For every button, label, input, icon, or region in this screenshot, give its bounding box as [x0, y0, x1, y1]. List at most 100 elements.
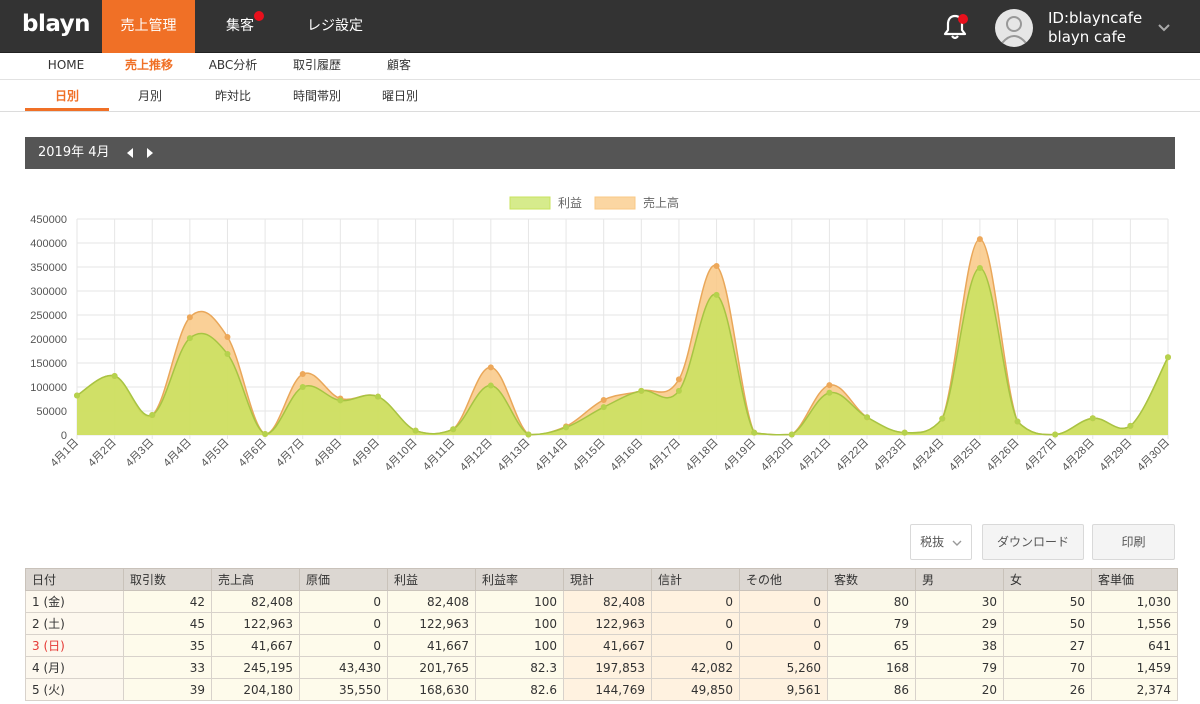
data-point-profit[interactable]	[1014, 418, 1021, 425]
x-tick-label: 4月12日	[458, 437, 495, 474]
data-point-profit[interactable]	[1089, 415, 1096, 422]
nav-marketing[interactable]: 集客	[205, 0, 275, 53]
data-point-profit[interactable]	[901, 429, 908, 436]
column-header[interactable]: 客単価	[1091, 568, 1178, 591]
y-tick-label: 250000	[30, 310, 67, 322]
table-row: 4 (月) 33 245,195 43,430 201,765 82.3 197,853 42…	[25, 656, 1178, 679]
table-cell: 0	[739, 634, 828, 657]
bell-icon[interactable]	[940, 12, 970, 42]
tab-abc-analysis[interactable]: ABC分析	[200, 53, 266, 78]
brand-logo[interactable]: blayn	[22, 11, 91, 37]
column-header[interactable]: 原価	[299, 568, 388, 591]
table-cell: 38	[915, 634, 1004, 657]
data-point-sales[interactable]	[224, 333, 231, 340]
column-header[interactable]: 客数	[827, 568, 916, 591]
data-point-profit[interactable]	[111, 372, 118, 379]
chart-legend: 利益 売上高	[509, 195, 679, 210]
table-cell: 82.3	[475, 656, 564, 679]
data-point-profit[interactable]	[563, 424, 570, 431]
data-point-profit[interactable]	[487, 382, 494, 389]
x-tick-label: 4月10日	[383, 437, 420, 474]
column-header[interactable]: 利益率	[475, 568, 564, 591]
column-header[interactable]: 日付	[25, 568, 124, 591]
data-point-profit[interactable]	[412, 427, 419, 434]
column-header[interactable]: 現計	[563, 568, 652, 591]
tab-by-weekday[interactable]: 曜日別	[372, 80, 428, 112]
data-point-profit[interactable]	[939, 415, 946, 422]
data-point-profit[interactable]	[450, 426, 457, 433]
data-point-profit[interactable]	[374, 393, 381, 400]
table-cell: 42	[123, 590, 212, 613]
data-point-profit[interactable]	[976, 264, 983, 271]
x-tick-label: 4月20日	[759, 437, 796, 474]
data-point-profit[interactable]	[262, 431, 269, 438]
data-point-profit[interactable]	[864, 414, 871, 421]
table-cell: 3 (日)	[25, 634, 124, 657]
table-cell: 122,963	[211, 612, 300, 635]
column-header[interactable]: 信計	[651, 568, 740, 591]
column-header[interactable]: 取引数	[123, 568, 212, 591]
data-point-profit[interactable]	[826, 389, 833, 396]
table-cell: 197,853	[563, 656, 652, 679]
data-point-profit[interactable]	[149, 411, 156, 418]
data-point-profit[interactable]	[1052, 431, 1059, 438]
data-point-sales[interactable]	[976, 236, 983, 243]
column-header[interactable]: 売上高	[211, 568, 300, 591]
top-bar: blayn 売上管理 集客 レジ設定 ID:blayncafe blayn ca…	[0, 0, 1200, 53]
data-point-sales[interactable]	[675, 376, 682, 383]
tab-by-hour[interactable]: 時間帯別	[284, 80, 350, 112]
period-bar: 2019年 4月	[25, 137, 1175, 169]
data-point-profit[interactable]	[1127, 422, 1134, 429]
data-point-profit[interactable]	[675, 387, 682, 394]
tab-year-over-year[interactable]: 昨対比	[200, 80, 266, 112]
x-tick-label: 4月14日	[533, 437, 570, 474]
column-header[interactable]: 利益	[387, 568, 476, 591]
nav-sales-management[interactable]: 売上管理	[102, 0, 195, 53]
data-point-profit[interactable]	[186, 335, 193, 342]
tax-select[interactable]: 税抜	[910, 524, 972, 560]
data-point-profit[interactable]	[337, 397, 344, 404]
next-month-icon[interactable]	[144, 147, 156, 159]
table-cell: 641	[1091, 634, 1178, 657]
column-header[interactable]: 女	[1003, 568, 1092, 591]
data-point-profit[interactable]	[600, 404, 607, 411]
chevron-down-icon[interactable]	[1156, 19, 1172, 35]
x-tick-label: 4月9日	[349, 437, 382, 470]
data-point-sales[interactable]	[600, 396, 607, 403]
data-point-profit[interactable]	[299, 384, 306, 390]
data-point-profit[interactable]	[525, 431, 532, 438]
data-point-profit[interactable]	[224, 351, 231, 358]
print-button[interactable]: 印刷	[1092, 524, 1175, 560]
tab-sales-trend[interactable]: 売上推移	[118, 53, 180, 78]
data-point-profit[interactable]	[1165, 354, 1171, 361]
avatar[interactable]	[995, 9, 1033, 47]
data-point-sales[interactable]	[487, 364, 494, 371]
nav-register-settings[interactable]: レジ設定	[290, 0, 380, 53]
table-cell: 0	[651, 612, 740, 635]
table-cell: 168,630	[387, 678, 476, 701]
data-point-profit[interactable]	[751, 429, 758, 436]
data-point-sales[interactable]	[186, 314, 193, 321]
prev-month-icon[interactable]	[124, 147, 136, 159]
x-tick-label: 4月27日	[1022, 437, 1059, 474]
tax-select-value: 税抜	[920, 535, 945, 549]
table-cell: 35,550	[299, 678, 388, 701]
tab-customers[interactable]: 顧客	[376, 53, 422, 78]
download-button[interactable]: ダウンロード	[982, 524, 1084, 560]
table-cell: 0	[299, 590, 388, 613]
table-cell: 50	[1003, 590, 1092, 613]
data-point-profit[interactable]	[74, 392, 80, 399]
x-tick-label: 4月28日	[1060, 437, 1097, 474]
data-point-profit[interactable]	[713, 291, 720, 298]
tab-home[interactable]: HOME	[38, 53, 94, 78]
data-point-sales[interactable]	[826, 382, 833, 389]
column-header[interactable]: その他	[739, 568, 828, 591]
data-point-sales[interactable]	[713, 263, 720, 270]
data-point-profit[interactable]	[638, 387, 645, 394]
data-point-profit[interactable]	[788, 431, 795, 438]
tab-transaction-history[interactable]: 取引履歴	[284, 53, 350, 78]
tab-monthly[interactable]: 月別	[120, 80, 180, 112]
data-point-sales[interactable]	[299, 371, 306, 378]
notification-dot	[254, 11, 264, 21]
column-header[interactable]: 男	[915, 568, 1004, 591]
